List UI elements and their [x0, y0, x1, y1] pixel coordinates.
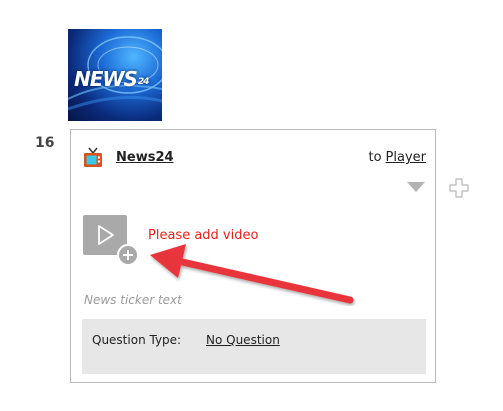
tv-icon: [84, 147, 102, 167]
thumbnail-brand-num: 24: [137, 77, 149, 87]
question-type-label: Question Type:: [92, 333, 182, 347]
destination: to Player: [368, 150, 426, 165]
news-ticker-input[interactable]: News ticker text: [84, 293, 182, 307]
channel-thumbnail[interactable]: NEWS24: [68, 29, 162, 121]
chevron-down-icon[interactable]: [407, 182, 425, 192]
row-number: 16: [35, 135, 55, 151]
destination-player-link[interactable]: Player: [386, 150, 426, 165]
thumbnail-logo-text: NEWS24: [74, 67, 149, 91]
video-prompt: Please add video: [148, 228, 259, 243]
question-panel: Question Type: No Question: [82, 319, 426, 374]
question-type-link[interactable]: No Question: [206, 333, 280, 347]
channel-card: News24 to Player Please add video News ti…: [70, 129, 436, 383]
channel-name-link[interactable]: News24: [116, 150, 174, 165]
to-label: to: [368, 150, 382, 165]
add-video-icon: [117, 244, 139, 266]
thumbnail-brand: NEWS: [74, 67, 138, 91]
plus-icon[interactable]: [448, 177, 470, 199]
add-video-button[interactable]: [83, 215, 141, 266]
play-icon: [98, 225, 114, 245]
stage: NEWS24 16 News24 to Player Please add vi…: [0, 0, 503, 411]
